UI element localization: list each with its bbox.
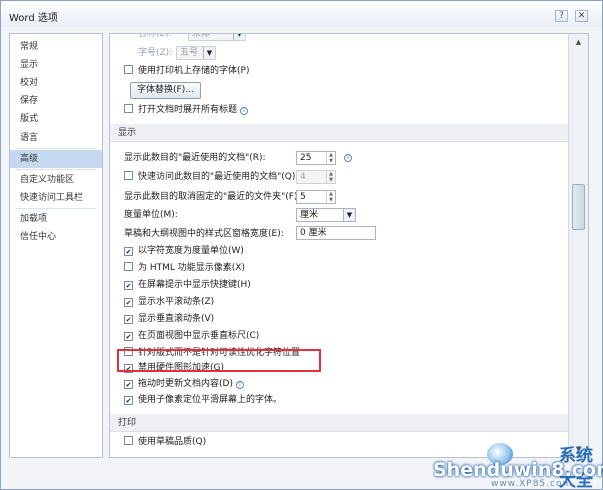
option-label: 显示垂直滚动条(V)	[138, 314, 215, 324]
option-label: 在屏幕提示中显示快捷键(H)	[138, 280, 251, 290]
sidebar-item-advanced[interactable]: 高级	[10, 150, 102, 168]
content-scrollbar[interactable]: ▲ ▼	[568, 34, 588, 457]
recent-docs-spinner[interactable]: 25 ▲ ▼	[296, 151, 336, 165]
option-vertical-ruler[interactable]: 在页面视图中显示垂直标尺(C)	[124, 328, 259, 344]
spin-arrows-icon[interactable]: ▲ ▼	[326, 191, 335, 203]
printer-fonts-label: 使用打印机上存储的字体(P)	[138, 66, 250, 76]
draft-quality-option[interactable]: 使用草稿品质(Q)	[124, 434, 206, 450]
option-label: 以字符宽度为度量单位(W)	[138, 246, 244, 256]
option-label: 显示水平滚动条(Z)	[138, 297, 215, 307]
font-size-value: 五号	[180, 48, 199, 58]
units-combo[interactable]: 厘米 ▼	[296, 208, 356, 222]
dropdown-arrow-icon[interactable]: ▼	[343, 209, 355, 221]
window-title: Word 选项	[9, 13, 58, 24]
units-label: 度量单位(M):	[124, 210, 178, 220]
printer-fonts-option[interactable]: 使用打印机上存储的字体(P)	[124, 63, 249, 79]
checkbox-vertical-scrollbar[interactable]	[124, 315, 133, 324]
font-name-combo: 宋体 ▼	[188, 33, 246, 41]
option-char-width-units[interactable]: 以字符宽度为度量单位(W)	[124, 243, 244, 259]
sidebar-divider	[16, 208, 96, 209]
watermark-sub-text: www.XP85.com	[491, 479, 573, 489]
word-options-window: Word 选项 ? ✕ 常规 显示 校对 保存 版式 语言 高级 自定义功能区 …	[0, 0, 603, 490]
font-substitution-button[interactable]: 字体替换(F)...	[130, 82, 201, 99]
checkbox-html-pixels[interactable]	[124, 262, 133, 271]
recent-docs-label: 显示此数目的"最近使用的文档"(R):	[124, 153, 266, 163]
sidebar-item-general[interactable]: 常规	[10, 38, 102, 56]
dropdown-arrow-icon: ▼	[203, 47, 215, 59]
sidebar-item-proofing[interactable]: 校对	[10, 74, 102, 92]
checkbox-horizontal-scrollbar[interactable]	[124, 298, 133, 307]
expand-headings-label: 打开文档时展开所有标题	[138, 105, 238, 115]
checkbox-subpixel-fonts[interactable]	[124, 396, 133, 405]
options-content-pane: 名称(E): 宋体 ▼ 字号(Z): 五号 ▼ 使用打印机上存储的字体(P) 字…	[109, 33, 589, 458]
scroll-up-arrow-icon[interactable]: ▲	[571, 35, 586, 49]
section-header-print: 打印	[110, 414, 568, 432]
checkbox-shortcut-keys[interactable]	[124, 281, 133, 290]
option-update-while-dragging[interactable]: 拖动时更新文档内容(D)i	[124, 376, 244, 392]
font-size-combo: 五号 ▼	[176, 46, 216, 60]
option-vertical-scrollbar[interactable]: 显示垂直滚动条(V)	[124, 311, 214, 327]
recent-folders-spinner[interactable]: 5 ▲ ▼	[296, 190, 336, 204]
style-area-label: 草稿和大纲视图中的样式区窗格宽度(E):	[124, 229, 284, 239]
recent-docs-value: 25	[300, 153, 312, 163]
info-icon: i	[235, 381, 244, 389]
font-name-value: 宋体	[192, 33, 211, 39]
quick-access-option[interactable]: 快速访问此数目的"最近使用的文档"(Q):	[124, 169, 298, 185]
option-label: 使用子像素定位平滑屏幕上的字体。	[138, 395, 283, 405]
recent-folders-label: 显示此数目的取消固定的"最近的文件夹"(F):	[124, 192, 301, 202]
sidebar-item-display[interactable]: 显示	[10, 56, 102, 74]
style-area-input[interactable]: 0 厘米	[296, 226, 376, 240]
close-button[interactable]: ✕	[575, 10, 588, 22]
sidebar-divider	[16, 148, 96, 149]
option-html-pixels[interactable]: 为 HTML 功能显示像素(X)	[124, 260, 245, 276]
checkbox-printer-fonts[interactable]	[124, 65, 133, 74]
option-label: 拖动时更新文档内容(D)	[138, 379, 233, 389]
title-bar: Word 选项 ? ✕	[1, 1, 602, 27]
spin-arrows-icon[interactable]: ▲ ▼	[326, 152, 335, 164]
section-header-display: 显示	[110, 124, 568, 142]
units-value: 厘米	[300, 210, 319, 220]
sidebar-item-trust-center[interactable]: 信任中心	[10, 228, 102, 246]
quick-access-label: 快速访问此数目的"最近使用的文档"(Q):	[138, 172, 299, 182]
spin-arrows-icon: ▲ ▼	[326, 171, 335, 183]
site-watermark: 系统大全 Shenduwin8.com www.XP85.com	[431, 441, 603, 490]
option-label: 在页面视图中显示垂直标尺(C)	[138, 331, 260, 341]
option-shortcut-keys[interactable]: 在屏幕提示中显示快捷键(H)	[124, 277, 251, 293]
recent-folders-value: 5	[300, 192, 306, 202]
checkbox-quick-access[interactable]	[124, 171, 133, 180]
info-icon: i	[344, 154, 352, 162]
checkbox-update-while-dragging[interactable]	[124, 380, 133, 389]
checkbox-vertical-ruler[interactable]	[124, 332, 133, 341]
option-subpixel-fonts[interactable]: 使用子像素定位平滑屏幕上的字体。	[124, 392, 282, 408]
watermark-main-text: Shenduwin8.com	[433, 459, 603, 481]
quick-access-spinner: 4 ▲ ▼	[296, 170, 336, 184]
font-size-label: 字号(Z):	[138, 48, 173, 58]
annotation-highlight-box	[117, 349, 321, 372]
info-icon: i	[240, 107, 249, 115]
quick-access-value: 4	[300, 172, 306, 182]
dropdown-arrow-icon: ▼	[233, 34, 245, 40]
font-name-label: 名称(E):	[138, 33, 172, 39]
sidebar-divider	[16, 169, 96, 170]
sidebar-item-save[interactable]: 保存	[10, 92, 102, 110]
sidebar-item-quick-access-toolbar[interactable]: 快速访问工具栏	[10, 189, 102, 207]
option-horizontal-scrollbar[interactable]: 显示水平滚动条(Z)	[124, 294, 214, 310]
scrollbar-thumb[interactable]	[572, 184, 585, 230]
expand-headings-option[interactable]: 打开文档时展开所有标题 i	[124, 102, 249, 118]
sidebar-item-add-ins[interactable]: 加载项	[10, 210, 102, 228]
draft-quality-label: 使用草稿品质(Q)	[138, 437, 207, 447]
sidebar-item-language[interactable]: 语言	[10, 129, 102, 147]
checkbox-expand-headings[interactable]	[124, 104, 133, 113]
help-button[interactable]: ?	[555, 10, 568, 22]
checkbox-char-width-units[interactable]	[124, 247, 133, 256]
checkbox-draft-quality[interactable]	[124, 436, 133, 445]
sidebar-item-layout[interactable]: 版式	[10, 110, 102, 128]
option-label: 为 HTML 功能显示像素(X)	[138, 263, 245, 273]
sidebar-item-customize-ribbon[interactable]: 自定义功能区	[10, 171, 102, 189]
category-sidebar: 常规 显示 校对 保存 版式 语言 高级 自定义功能区 快速访问工具栏 加载项 …	[9, 33, 103, 458]
